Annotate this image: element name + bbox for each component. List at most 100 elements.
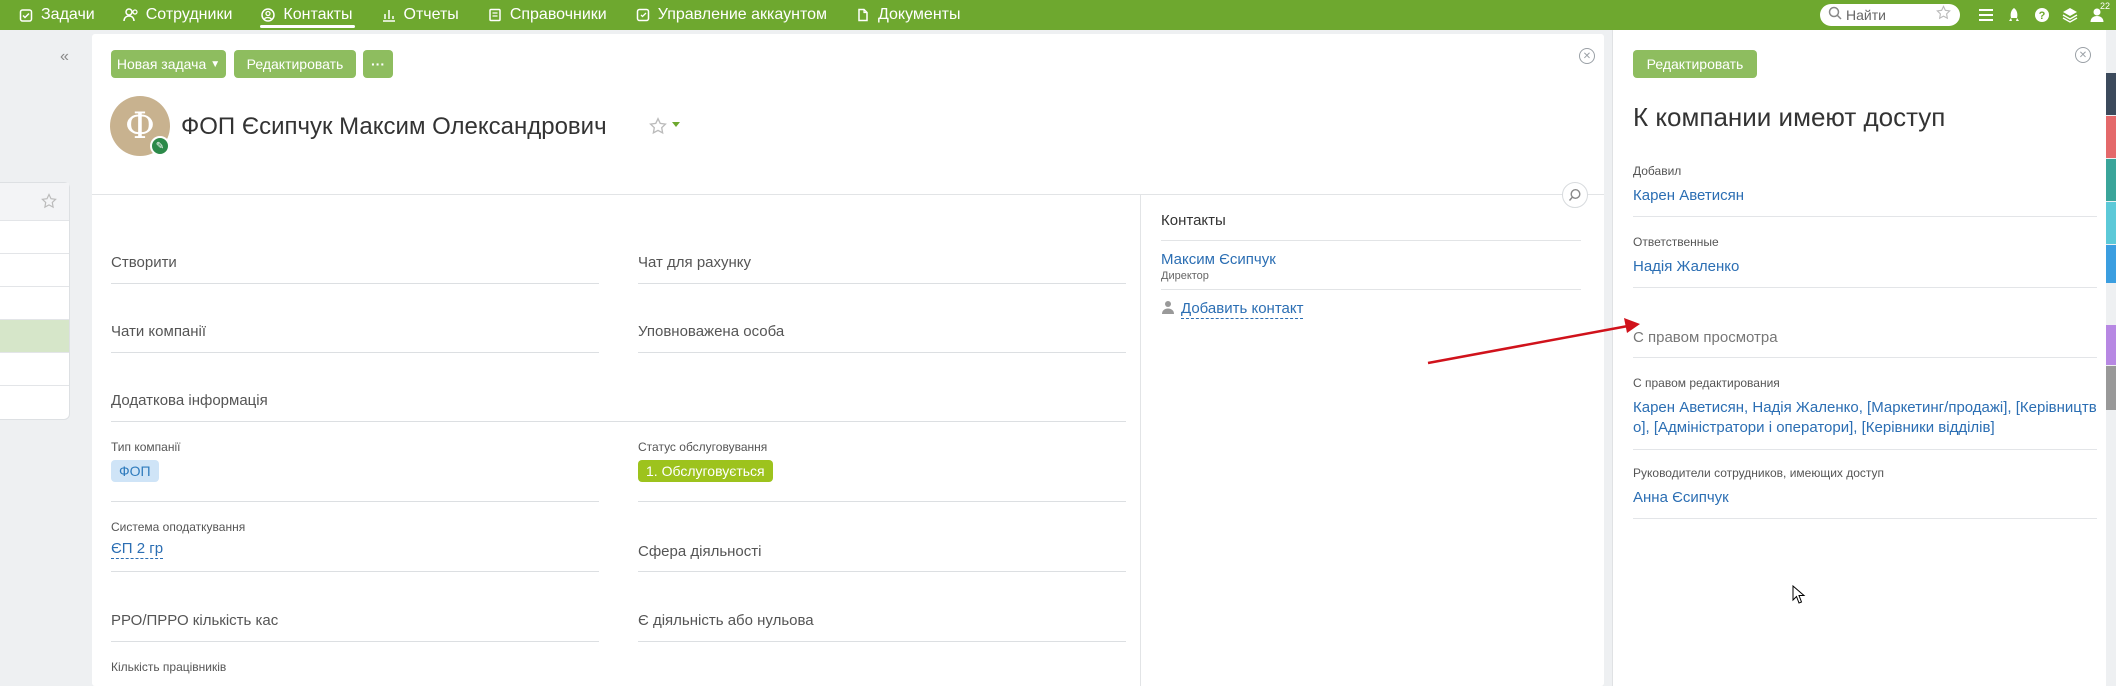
color-tab[interactable]: [2106, 202, 2116, 244]
nav-reports-label: Отчеты: [403, 6, 459, 23]
help-icon[interactable]: ?: [2028, 0, 2056, 30]
list-item[interactable]: [0, 287, 69, 320]
company-type-tag[interactable]: ФОП: [111, 460, 159, 482]
person-icon: [1161, 300, 1175, 319]
access-divider: [1633, 449, 2097, 450]
contacts-icon: [260, 7, 276, 23]
color-tab[interactable]: [2106, 325, 2116, 365]
directories-icon: [487, 7, 503, 23]
top-right-tools: ? 22: [1820, 0, 2116, 30]
field-create[interactable]: Створити: [111, 254, 599, 284]
field-rro-count[interactable]: РРО/ПРРО кількість кас: [111, 612, 599, 642]
access-divider: [1633, 216, 2097, 217]
activity-or-zero-label: Є діяльність або нульова: [638, 612, 814, 629]
access-edit-button[interactable]: Редактировать: [1633, 50, 1757, 78]
edit-company-button[interactable]: Редактировать: [234, 50, 356, 78]
card-search-icon[interactable]: [1562, 182, 1588, 208]
more-actions-button[interactable]: ···: [363, 50, 393, 78]
left-list-header: [0, 183, 69, 221]
rro-count-label: РРО/ПРРО кількість кас: [111, 612, 279, 629]
responsible-user-link[interactable]: Надія Жаленко: [1633, 258, 1739, 275]
added-by-user-link[interactable]: Карен Аветисян: [1633, 187, 1744, 204]
managers-label: Руководители сотрудников, имеющих доступ: [1633, 466, 1885, 480]
nav-employees[interactable]: Сотрудники: [122, 0, 243, 30]
access-edit-label: Редактировать: [1646, 56, 1744, 72]
list-item[interactable]: [0, 221, 69, 254]
field-invoice-chat[interactable]: Чат для рахунку: [638, 254, 1126, 284]
search-icon: [1828, 6, 1842, 25]
managers-user-link[interactable]: Анна Єсипчук: [1633, 489, 1729, 506]
favorite-star-icon[interactable]: [1936, 5, 1951, 25]
list-item-selected[interactable]: [0, 320, 69, 353]
nav-reports[interactable]: Отчеты: [381, 0, 469, 30]
color-tab[interactable]: [2106, 159, 2116, 201]
company-type-label: Тип компанії: [111, 440, 181, 454]
service-status-tag[interactable]: 1. Обслуговується: [638, 460, 773, 482]
add-contact-label: Добавить контакт: [1181, 300, 1304, 319]
close-card-icon[interactable]: ✕: [1579, 48, 1595, 64]
top-nav: Задачи Сотрудники Контакты Отчеты Справо…: [0, 0, 2116, 30]
list-item[interactable]: [0, 386, 69, 419]
field-additional-info[interactable]: Додаткова інформація: [111, 392, 1126, 422]
field-authorized-person[interactable]: Уповноважена особа: [638, 323, 1126, 353]
access-divider: [1633, 518, 2097, 519]
field-company-chats[interactable]: Чати компанії: [111, 323, 599, 353]
field-service-status[interactable]: Статус обслуговування 1. Обслуговується: [638, 440, 1126, 502]
access-divider: [1633, 287, 2097, 288]
field-company-type[interactable]: Тип компанії ФОП: [111, 440, 599, 502]
nav-account-label: Управление аккаунтом: [657, 6, 827, 23]
layers-icon[interactable]: [2056, 0, 2084, 30]
field-activity-or-zero[interactable]: Є діяльність або нульова: [638, 612, 1126, 642]
employee-count-label: Кількість працівників: [111, 660, 227, 674]
contacts-title-divider: [1161, 240, 1581, 241]
field-invoice-chat-label: Чат для рахунку: [638, 254, 752, 271]
field-tax-system[interactable]: Система оподаткування ЄП 2 гр: [111, 520, 599, 572]
add-contact-button[interactable]: Добавить контакт: [1161, 300, 1304, 319]
list-item[interactable]: [0, 353, 69, 386]
account-icon: [635, 7, 651, 23]
edit-company-label: Редактировать: [246, 56, 344, 72]
nav-tasks[interactable]: Задачи: [18, 0, 105, 30]
user-badge: 22: [2099, 1, 2110, 11]
edit-rights-links[interactable]: Карен Аветисян, Надія Жаленко, [Маркетин…: [1633, 398, 2097, 438]
collapse-left-icon[interactable]: «: [60, 48, 69, 66]
field-company-chats-label: Чати компанії: [111, 323, 207, 340]
menu-icon[interactable]: [1972, 0, 2000, 30]
user-profile-icon[interactable]: 22: [2084, 0, 2112, 30]
contact-divider: [1161, 289, 1581, 290]
new-task-button[interactable]: Новая задача ▼: [111, 50, 226, 78]
access-divider: [1633, 357, 2097, 358]
tax-system-link[interactable]: ЄП 2 гр: [111, 540, 164, 559]
new-task-label: Новая задача: [116, 56, 207, 72]
field-authorized-person-label: Уповноважена особа: [638, 323, 785, 340]
search-input[interactable]: [1846, 7, 1936, 23]
global-search[interactable]: [1820, 4, 1960, 26]
color-tab[interactable]: [2106, 73, 2116, 115]
service-status-label: Статус обслуговування: [638, 440, 768, 454]
color-tab[interactable]: [2106, 245, 2116, 283]
access-panel-title: К компании имеют доступ: [1633, 102, 1946, 132]
nav-employees-label: Сотрудники: [145, 6, 233, 23]
rocket-icon[interactable]: [2000, 0, 2028, 30]
edit-rights-label: С правом редактирования: [1633, 376, 1780, 390]
title-caret-icon[interactable]: [672, 122, 680, 127]
nav-documents-label: Документы: [878, 6, 961, 23]
field-activity-sphere[interactable]: Сфера діяльності: [638, 543, 1126, 572]
list-item[interactable]: [0, 254, 69, 287]
contact-name-link[interactable]: Максим Єсипчук: [1161, 251, 1276, 268]
nav-account[interactable]: Управление аккаунтом: [635, 0, 837, 30]
close-panel-icon[interactable]: ✕: [2075, 47, 2091, 63]
star-icon[interactable]: [41, 193, 57, 214]
view-rights-label: С правом просмотра: [1633, 329, 1778, 346]
favorite-star-icon[interactable]: [649, 117, 667, 140]
color-tab[interactable]: [2106, 116, 2116, 158]
nav-directories[interactable]: Справочники: [487, 0, 617, 30]
mouse-cursor-icon: [1792, 585, 1806, 604]
nav-contacts[interactable]: Контакты: [260, 0, 362, 30]
nav-documents[interactable]: Документы: [855, 0, 970, 30]
tasks-icon: [18, 7, 34, 23]
color-tab[interactable]: [2106, 366, 2116, 410]
edit-pencil-icon[interactable]: ✎: [150, 136, 170, 156]
field-additional-info-label: Додаткова інформація: [111, 392, 268, 409]
activity-sphere-label: Сфера діяльності: [638, 543, 762, 560]
